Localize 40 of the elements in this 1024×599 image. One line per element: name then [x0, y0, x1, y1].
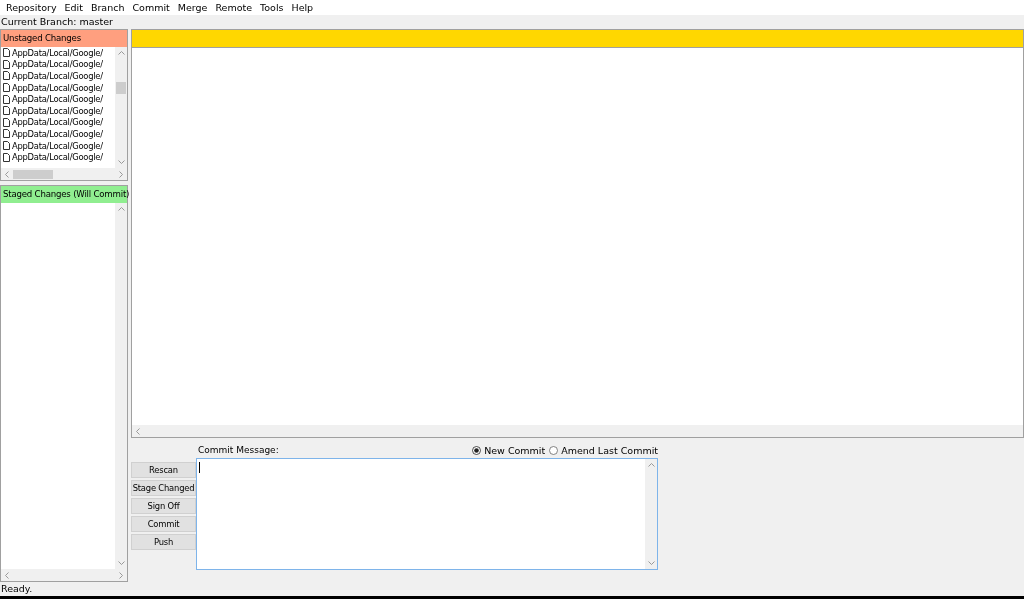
horizontal-scrollbar[interactable]: [1, 168, 127, 180]
radio-button[interactable]: [472, 445, 482, 455]
file-item[interactable]: AppData/Local/Google/: [3, 116, 115, 129]
staged-header: Staged Changes (Will Commit): [1, 186, 127, 203]
file-item[interactable]: AppData/Local/Google/: [3, 47, 115, 59]
scrollbar-thumb[interactable]: [116, 81, 126, 94]
radio-label[interactable]: New Commit: [484, 444, 546, 456]
radio-button[interactable]: [549, 445, 559, 455]
menu-item[interactable]: Remote: [211, 2, 257, 13]
horizontal-scrollbar[interactable]: [132, 425, 1023, 437]
action-button[interactable]: Commit: [131, 516, 196, 532]
file-item[interactable]: AppData/Local/Google/: [3, 93, 115, 105]
file-item[interactable]: AppData/Local/Google/: [3, 81, 115, 94]
vertical-scrollbar[interactable]: [115, 203, 127, 569]
menu-item[interactable]: Branch: [86, 2, 129, 13]
file-item[interactable]: AppData/Local/Google/: [3, 128, 115, 140]
file-item[interactable]: AppData/Local/Google/: [3, 151, 115, 163]
menu-item[interactable]: Merge: [173, 2, 212, 13]
commit-message-label: Commit Message:: [198, 445, 279, 455]
action-button[interactable]: Stage Changed: [131, 480, 196, 496]
vertical-scrollbar[interactable]: [115, 47, 127, 168]
unstaged-header: Unstaged Changes: [1, 30, 127, 47]
horizontal-scrollbar[interactable]: [1, 569, 127, 581]
status-text: Ready.: [0, 582, 34, 596]
radio-label[interactable]: Amend Last Commit: [561, 444, 658, 456]
menu-item[interactable]: Commit: [128, 2, 174, 13]
file-item[interactable]: AppData/Local/Google/: [3, 139, 115, 152]
file-item[interactable]: AppData/Local/Google/: [3, 104, 115, 117]
menu-item[interactable]: Repository: [2, 2, 61, 13]
commit-message-field[interactable]: [196, 458, 658, 570]
menu-item[interactable]: Edit: [60, 2, 87, 13]
file-item[interactable]: AppData/Local/Google/: [3, 70, 115, 82]
menu-item[interactable]: Help: [287, 2, 318, 13]
current-branch-label: Current Branch: master: [0, 15, 114, 29]
action-button[interactable]: Sign Off: [131, 498, 196, 514]
action-button[interactable]: Push: [131, 534, 196, 550]
action-button[interactable]: Rescan: [131, 462, 196, 478]
scrollbar-thumb[interactable]: [13, 169, 53, 179]
menu-item[interactable]: Tools: [256, 2, 288, 13]
file-item[interactable]: AppData/Local/Google/: [3, 58, 115, 71]
